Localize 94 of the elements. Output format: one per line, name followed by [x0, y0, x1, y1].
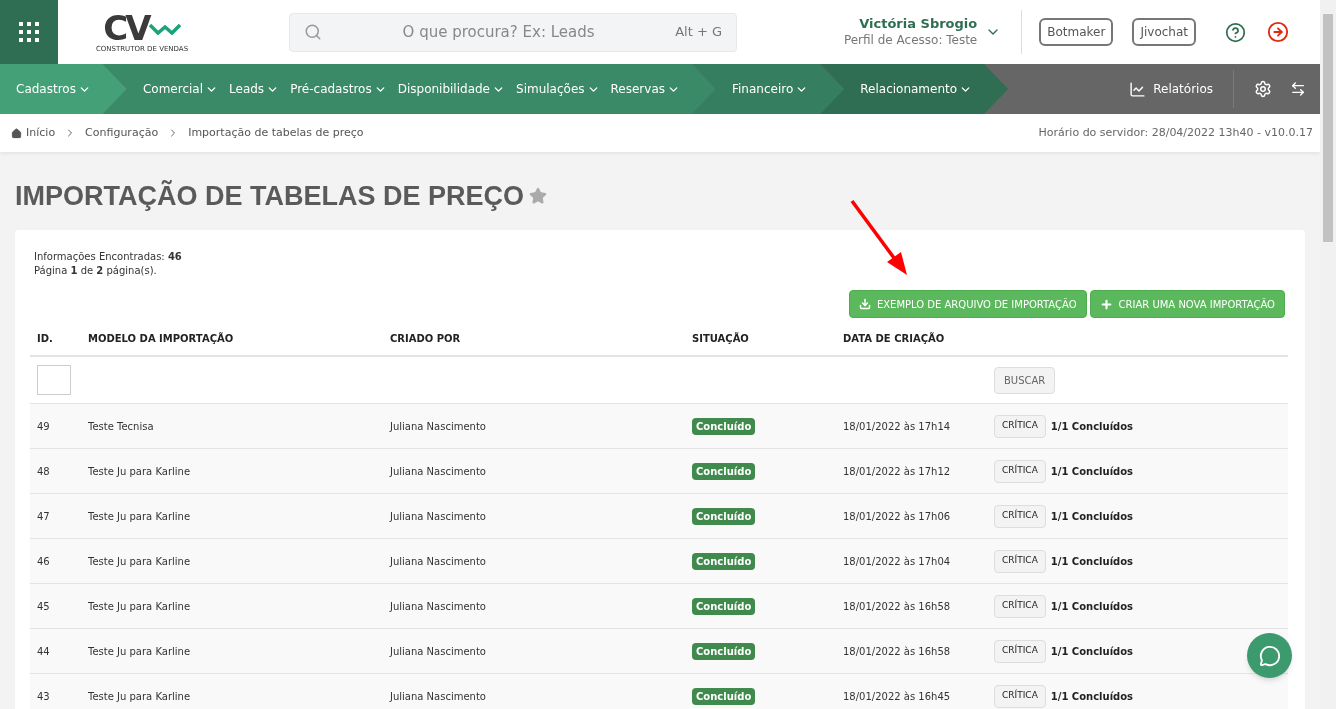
progress-text: 1/1 Concluídos	[1050, 419, 1134, 434]
table-cell-text: Juliana Nascimento	[388, 419, 487, 434]
status-badge: Concluído	[692, 642, 756, 660]
progress-text: 1/1 Concluídos	[1050, 464, 1134, 479]
table-cell-text: Teste Tecnisa	[87, 419, 155, 434]
breadcrumb-link[interactable]: Início	[26, 124, 56, 142]
progress-text: 1/1 Concluídos	[1050, 599, 1134, 614]
table-cell-text: 46	[36, 554, 51, 569]
table-cell-text: 18/01/2022 às 16h58	[842, 644, 952, 659]
shortcut-hint: Alt + G	[675, 23, 722, 42]
integration-button[interactable]: Jivochat	[1132, 18, 1196, 46]
search-field[interactable]: O que procura? Ex: Leads Alt + G	[289, 12, 737, 52]
table-cell-text: Juliana Nascimento	[388, 644, 487, 659]
status-badge: Concluído	[692, 507, 756, 525]
nav-menu-item[interactable]: Cadastros	[16, 80, 76, 98]
user-profile: Perfil de Acesso: Teste	[843, 32, 978, 48]
table-cell-text: 18/01/2022 às 16h45	[842, 689, 952, 704]
download-icon	[858, 298, 871, 310]
column-header: SITUAÇÃO	[691, 331, 750, 346]
table-cell-text: Juliana Nascimento	[388, 464, 487, 479]
page-title: IMPORTAÇÃO DE TABELAS DE PREÇO	[15, 179, 525, 213]
table-cell-text: Teste Ju para Karline	[87, 644, 192, 659]
nav-menu-item[interactable]: Leads	[229, 80, 265, 98]
column-header: CRIADO POR	[389, 332, 462, 346]
help-icon[interactable]	[1225, 21, 1246, 43]
apps-menu-button[interactable]	[0, 0, 58, 64]
nav-menu-item[interactable]: Financeiro	[732, 80, 794, 98]
logo-wave-icon	[148, 21, 181, 35]
nav-menu-item[interactable]: Comercial	[142, 80, 204, 98]
table-cell-text: Juliana Nascimento	[388, 509, 487, 524]
status-badge: Concluído	[692, 597, 756, 615]
table-cell-text: 18/01/2022 às 16h58	[842, 599, 952, 614]
status-badge: Concluído	[692, 417, 756, 435]
status-badge: Concluído	[692, 462, 756, 480]
favorite-star-icon[interactable]	[529, 187, 548, 205]
table-cell-text: 18/01/2022 às 17h06	[842, 509, 952, 524]
id-filter-field[interactable]	[37, 365, 71, 395]
home-icon	[11, 127, 22, 139]
results-info: Informações Encontradas: 46	[34, 250, 183, 264]
critique-button[interactable]: CRÍTICA	[994, 684, 1046, 708]
critique-button[interactable]: CRÍTICA	[994, 549, 1046, 573]
column-header: MODELO DA IMPORTAÇÃO	[87, 331, 235, 346]
table-cell-text: 44	[36, 644, 51, 659]
logout-icon[interactable]	[1267, 21, 1289, 43]
table-cell-text: Juliana Nascimento	[388, 599, 487, 614]
swap-arrows-icon[interactable]	[1290, 81, 1306, 97]
integration-button[interactable]: Botmaker	[1039, 18, 1114, 46]
results-info: Página 1 de 2 página(s).	[34, 264, 158, 278]
table-cell-text: Teste Ju para Karline	[87, 509, 192, 524]
nav-menu-item[interactable]: Pré-cadastros	[290, 80, 372, 98]
critique-button[interactable]: CRÍTICA	[994, 639, 1046, 663]
nav-menu-item[interactable]: Relacionamento	[860, 80, 958, 98]
status-badge: Concluído	[692, 552, 756, 570]
line-chart-icon[interactable]	[1129, 80, 1147, 98]
nav-menu-item[interactable]: Disponibilidade	[397, 80, 490, 98]
table-cell-text: Teste Ju para Karline	[87, 464, 192, 479]
server-time: Horário do servidor: 28/04/2022 13h40 - v10.0.17	[1038, 124, 1313, 141]
critique-button[interactable]: CRÍTICA	[994, 504, 1046, 528]
plus-icon	[1099, 297, 1113, 311]
table-cell-text: Teste Ju para Karline	[87, 689, 192, 704]
chat-bubble-icon	[1258, 644, 1281, 667]
table-cell-text: Teste Ju para Karline	[87, 599, 192, 614]
table-cell-text: 18/01/2022 às 17h04	[842, 554, 952, 569]
status-badge: Concluído	[692, 687, 756, 705]
table-cell-text: Juliana Nascimento	[388, 689, 487, 704]
table-cell-text: 43	[36, 689, 51, 704]
progress-text: 1/1 Concluídos	[1050, 644, 1134, 659]
table-cell-text: 49	[36, 419, 51, 434]
progress-text: 1/1 Concluídos	[1050, 554, 1134, 569]
nav-menu-item[interactable]: Simulações	[516, 80, 585, 98]
reports-menu-item[interactable]: Relatórios	[1153, 80, 1213, 98]
column-header: ID.	[36, 332, 54, 346]
search-button[interactable]: BUSCAR	[994, 366, 1056, 394]
critique-button[interactable]: CRÍTICA	[994, 459, 1046, 483]
table-cell-text: 18/01/2022 às 17h14	[842, 419, 952, 434]
app-grid-icon	[19, 22, 39, 42]
table-cell-text: 18/01/2022 às 17h12	[842, 464, 952, 479]
search-icon	[304, 23, 322, 41]
table-cell-text: Juliana Nascimento	[388, 554, 487, 569]
table-cell-text: Teste Ju para Karline	[87, 554, 192, 569]
search-input[interactable]: O que procura? Ex: Leads	[322, 20, 676, 44]
critique-button[interactable]: CRÍTICA	[994, 594, 1046, 618]
settings-icon[interactable]	[1254, 80, 1272, 98]
table-cell-text: 47	[36, 509, 51, 524]
user-name: Victória Sbrogio	[859, 16, 978, 32]
table-cell-text: 48	[36, 464, 51, 479]
column-header: DATA DE CRIAÇÃO	[842, 331, 946, 346]
progress-text: 1/1 Concluídos	[1050, 509, 1134, 524]
progress-text: 1/1 Concluídos	[1050, 689, 1134, 704]
critique-button[interactable]: CRÍTICA	[994, 414, 1046, 438]
breadcrumb-link[interactable]: Importação de tabelas de preço	[188, 124, 364, 142]
nav-menu-item[interactable]: Reservas	[610, 80, 665, 98]
table-cell-text: 45	[36, 599, 51, 614]
breadcrumb-link[interactable]: Configuração	[85, 124, 159, 142]
